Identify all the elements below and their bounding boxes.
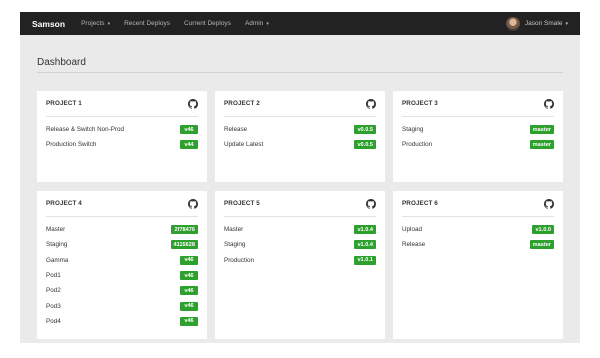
- version-badge[interactable]: master: [529, 240, 554, 250]
- version-badge[interactable]: master: [529, 125, 554, 135]
- stage-name[interactable]: Master: [46, 226, 65, 233]
- card-header: PROJECT 1: [46, 91, 198, 117]
- stage-name[interactable]: Upload: [402, 226, 422, 233]
- github-icon[interactable]: [366, 198, 376, 209]
- nav-admin[interactable]: Admin ▾: [245, 20, 269, 27]
- github-icon[interactable]: [188, 98, 198, 109]
- version-badge[interactable]: v1.0.1: [354, 255, 376, 265]
- stage-name[interactable]: Master: [224, 226, 243, 233]
- stage-name[interactable]: Production Switch: [46, 141, 96, 148]
- stage-name[interactable]: Release: [402, 241, 425, 248]
- stage-row: Release & Switch Non-Prod v46: [46, 122, 198, 137]
- nav-current-deploys[interactable]: Current Deploys: [184, 20, 231, 27]
- project-card: PROJECT 5 Master v1.0.4 Staging v1.0.4 Produc…: [215, 191, 385, 339]
- version-badge[interactable]: 4115628: [170, 240, 198, 250]
- version-badge[interactable]: v46: [180, 255, 198, 265]
- project-title[interactable]: PROJECT 3: [402, 100, 438, 107]
- version-badge[interactable]: v0.0.5: [354, 140, 376, 150]
- brand-logo[interactable]: Samson: [32, 19, 65, 29]
- user-menu[interactable]: Jason Smale ▾: [505, 16, 568, 31]
- project-title[interactable]: PROJECT 5: [224, 200, 260, 207]
- card-header: PROJECT 2: [224, 91, 376, 117]
- version-badge[interactable]: v1.0.4: [354, 225, 376, 235]
- caret-down-icon: ▾: [266, 20, 269, 27]
- version-badge[interactable]: v0.0.5: [354, 125, 376, 135]
- stage-row: Production Switch v44: [46, 137, 198, 152]
- stage-row: Staging 4115628: [46, 237, 198, 252]
- version-badge[interactable]: master: [529, 140, 554, 150]
- stage-name[interactable]: Pod4: [46, 318, 61, 325]
- stage-row: Production master: [402, 137, 554, 152]
- project-card: PROJECT 3 Staging master Production master: [393, 91, 563, 182]
- version-badge[interactable]: v44: [180, 140, 198, 150]
- stage-row: Staging master: [402, 122, 554, 137]
- caret-down-icon: ▾: [565, 20, 568, 27]
- stage-row: Pod3 v46: [46, 298, 198, 313]
- project-title[interactable]: PROJECT 4: [46, 200, 82, 207]
- stage-name[interactable]: Pod1: [46, 272, 61, 279]
- stage-row: Pod2 v46: [46, 283, 198, 298]
- avatar: [505, 16, 520, 31]
- version-badge[interactable]: v46: [180, 271, 198, 281]
- stage-row: Update Latest v0.0.5: [224, 137, 376, 152]
- project-title[interactable]: PROJECT 2: [224, 100, 260, 107]
- stage-name[interactable]: Gamma: [46, 257, 68, 264]
- stage-row: Upload v1.0.0: [402, 222, 554, 237]
- stage-name[interactable]: Update Latest: [224, 141, 263, 148]
- stage-name[interactable]: Staging: [402, 126, 423, 133]
- page-title: Dashboard: [37, 35, 563, 73]
- project-card: PROJECT 2 Release v0.0.5 Update Latest v0.0.…: [215, 91, 385, 182]
- card-header: PROJECT 5: [224, 191, 376, 217]
- card-header: PROJECT 3: [402, 91, 554, 117]
- github-icon[interactable]: [544, 198, 554, 209]
- stage-name[interactable]: Release: [224, 126, 247, 133]
- caret-down-icon: ▾: [107, 20, 111, 27]
- github-icon[interactable]: [366, 98, 376, 109]
- version-badge[interactable]: v1.0.0: [532, 225, 554, 235]
- stage-name[interactable]: Pod2: [46, 287, 61, 294]
- stage-name[interactable]: Release & Switch Non-Prod: [46, 126, 124, 133]
- project-grid: PROJECT 1 Release & Switch Non-Prod v46 Pro…: [37, 91, 563, 339]
- nav-projects[interactable]: Projects ▾: [81, 20, 110, 27]
- stage-name[interactable]: Production: [402, 141, 432, 148]
- stage-row: Release master: [402, 237, 554, 252]
- project-card: PROJECT 1 Release & Switch Non-Prod v46 Pro…: [37, 91, 207, 182]
- stage-row: Pod4 v46: [46, 314, 198, 329]
- stage-row: Master 2f78476: [46, 222, 198, 237]
- version-badge[interactable]: v46: [180, 301, 198, 311]
- stage-row: Staging v1.0.4: [224, 237, 376, 252]
- stage-row: Pod1 v46: [46, 268, 198, 283]
- stage-name[interactable]: Staging: [224, 241, 245, 248]
- stage-row: Gamma v46: [46, 253, 198, 268]
- card-header: PROJECT 6: [402, 191, 554, 217]
- project-card: PROJECT 6 Upload v1.0.0 Release master: [393, 191, 563, 339]
- stage-row: Master v1.0.4: [224, 222, 376, 237]
- version-badge[interactable]: 2f78476: [171, 225, 198, 235]
- stage-row: Production v1.0.1: [224, 253, 376, 268]
- version-badge[interactable]: v46: [180, 125, 198, 135]
- version-badge[interactable]: v46: [180, 286, 198, 296]
- stage-name[interactable]: Production: [224, 257, 254, 264]
- stage-name[interactable]: Staging: [46, 241, 67, 248]
- github-icon[interactable]: [544, 98, 554, 109]
- project-title[interactable]: PROJECT 1: [46, 100, 82, 107]
- user-name: Jason Smale: [524, 20, 563, 27]
- card-header: PROJECT 4: [46, 191, 198, 217]
- project-card: PROJECT 4 Master 2f78476 Staging 4115628 Gamm…: [37, 191, 207, 339]
- version-badge[interactable]: v46: [180, 316, 198, 326]
- stage-row: Release v0.0.5: [224, 122, 376, 137]
- version-badge[interactable]: v1.0.4: [354, 240, 376, 250]
- github-icon[interactable]: [188, 198, 198, 209]
- stage-name[interactable]: Pod3: [46, 303, 61, 310]
- nav-projects-label: Projects: [81, 20, 105, 27]
- nav-admin-label: Admin: [244, 20, 264, 27]
- project-title[interactable]: PROJECT 6: [402, 200, 438, 207]
- nav-recent-deploys[interactable]: Recent Deploys: [124, 20, 170, 27]
- top-navbar: Samson Projects ▾ Recent Deploys Current…: [20, 12, 580, 35]
